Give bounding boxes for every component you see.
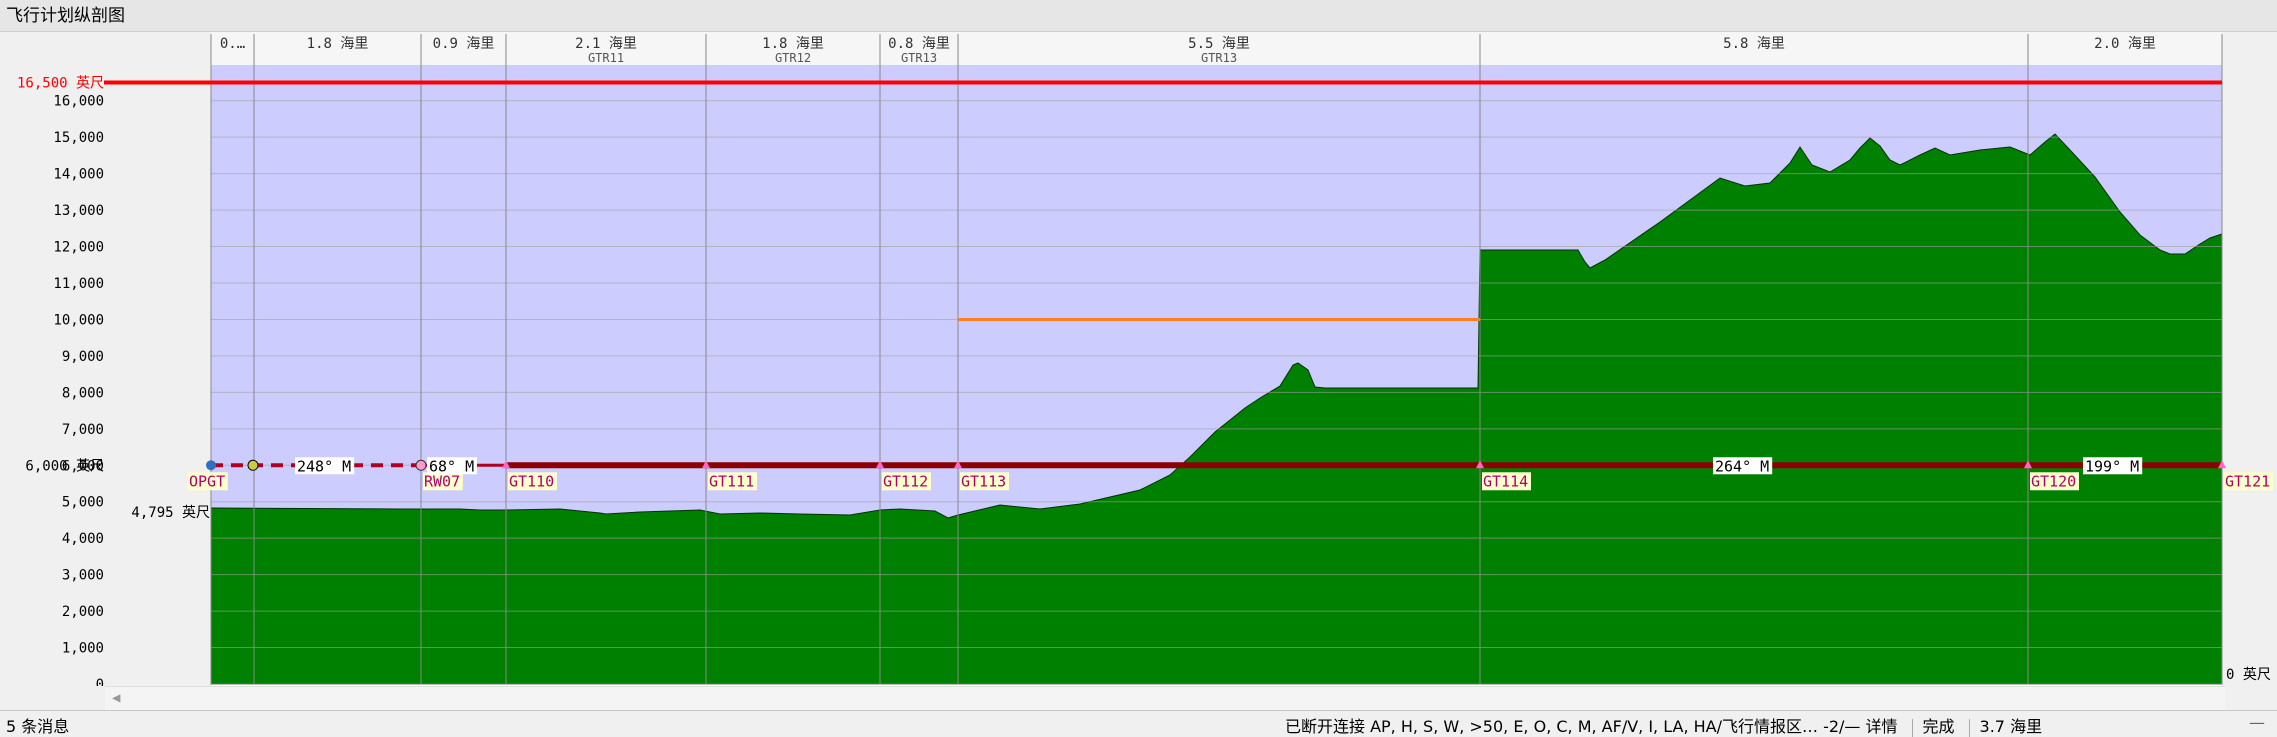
status-separator [1911, 718, 1913, 737]
y-tick-label: 14,000 [53, 167, 104, 183]
connection-status[interactable]: 已断开连接 AP, H, S, W, >50, E, O, C, M, AF/V… [1285, 713, 1898, 737]
y-tick-label: 12,000 [53, 240, 104, 256]
segment-airway: GTR13 [1201, 51, 1237, 65]
y-tick-label: 10,000 [53, 312, 104, 328]
segment-distance: 0.8 海里 [888, 36, 950, 52]
y-axis-panel [0, 32, 211, 686]
message-count[interactable]: 5 条消息 [6, 713, 69, 737]
heading-label: 264° M [1715, 457, 1769, 475]
segment-distance: 0.… [220, 36, 245, 52]
waypoint-label: OPGT [189, 472, 225, 490]
waypoint-label: GT111 [709, 472, 754, 490]
heading-label: 68° M [429, 457, 474, 475]
distance-status: 3.7 海里 [1979, 717, 2043, 736]
y-tick-label: 2,000 [62, 604, 104, 620]
segment-distance: 1.8 海里 [762, 36, 824, 52]
y-tick-label: 7,000 [62, 422, 104, 438]
segment-distance: 5.8 海里 [1723, 36, 1785, 52]
segment-airway: GTR11 [588, 51, 624, 65]
y-tick-label: 16,000 [53, 94, 104, 110]
waypoint-label: GT121 [2225, 472, 2270, 490]
y-tick-label: 5,000 [62, 495, 104, 511]
y-tick-label: 1,000 [62, 641, 104, 657]
heading-label: 248° M [297, 457, 351, 475]
heading-label: 199° M [2085, 457, 2139, 475]
status-separator [1968, 718, 1970, 737]
scroll-left-arrow-icon[interactable]: ◀ [112, 690, 120, 706]
waypoint-label: GT120 [2031, 472, 2076, 490]
ceiling-label: 16,500 英尺 [17, 75, 104, 92]
zero-altitude-label: 0 英尺 [2226, 666, 2271, 683]
y-tick-label: 4,000 [62, 531, 104, 547]
cruise-altitude-label: 6,000 英尺 [25, 457, 104, 474]
y-tick-label: 8,000 [62, 385, 104, 401]
y-tick-label: 3,000 [62, 568, 104, 584]
right-panel [2222, 32, 2277, 686]
waypoint-label: GT110 [509, 472, 554, 490]
waypoint-label: GT112 [883, 472, 928, 490]
segment-airway: GTR12 [775, 51, 811, 65]
y-tick-label: 13,000 [53, 203, 104, 219]
min-altitude-label: 4,795 英尺 [131, 504, 210, 521]
segment-distance: 2.1 海里 [575, 36, 637, 52]
runway-icon [415, 459, 427, 471]
y-tick-label: 15,000 [53, 130, 104, 146]
segment-distance: 0.9 海里 [433, 36, 495, 52]
segment-distance: 1.8 海里 [307, 36, 369, 52]
waypoint-label: GT114 [1483, 472, 1528, 490]
segment-airway: GTR13 [901, 51, 937, 65]
resize-grip-icon[interactable]: — [2249, 713, 2265, 732]
waypoint-label: GT113 [961, 472, 1006, 490]
airport-icon [206, 460, 216, 471]
status-bar: 5 条消息 已断开连接 AP, H, S, W, >50, E, O, C, M… [0, 710, 2277, 737]
done-status: 完成 [1922, 717, 1955, 736]
y-tick-label: 11,000 [53, 276, 104, 292]
segment-distance: 2.0 海里 [2094, 36, 2156, 52]
profile-chart: 01,0002,0003,0004,0005,0006,0007,0008,00… [0, 32, 2277, 686]
segment-distance: 5.5 海里 [1188, 36, 1250, 52]
status-right-group: 已断开连接 AP, H, S, W, >50, E, O, C, M, AF/V… [1285, 713, 2056, 737]
y-tick-label: 0 [96, 677, 104, 686]
horizontal-scrollbar[interactable] [105, 686, 2225, 711]
runway-threshold-icon [247, 459, 259, 471]
y-tick-label: 9,000 [62, 349, 104, 365]
